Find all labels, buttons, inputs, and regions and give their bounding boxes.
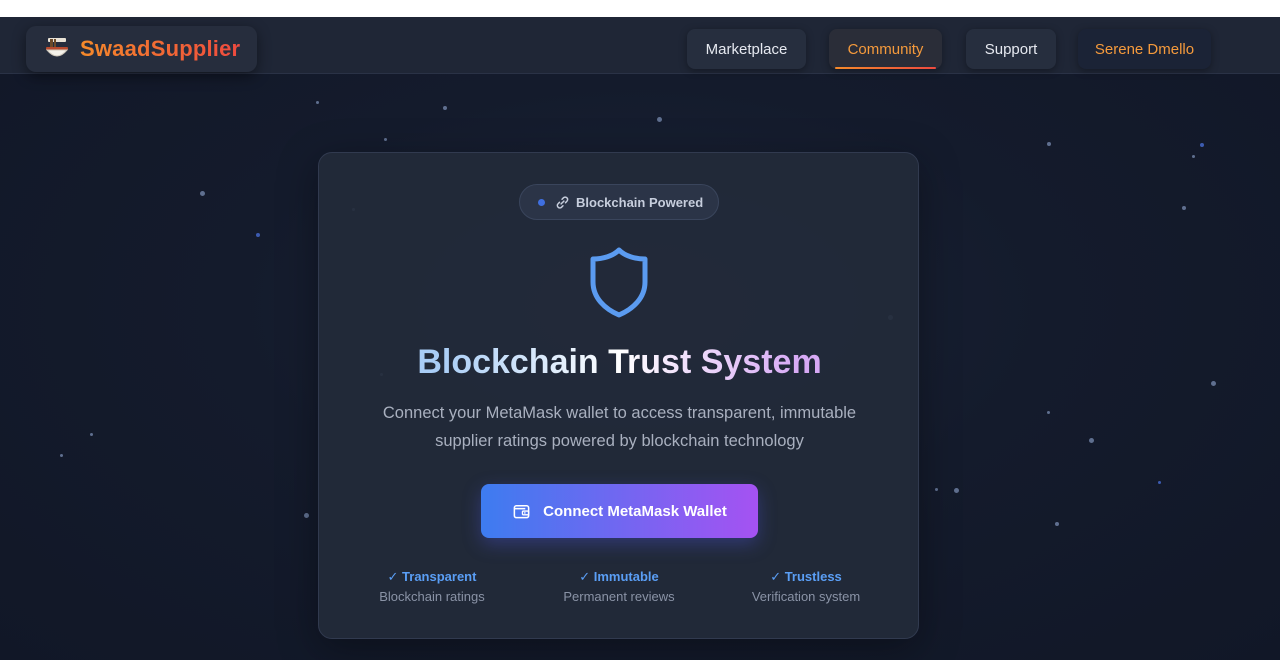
star-dot	[200, 191, 205, 196]
star-dot	[1089, 438, 1094, 443]
star-dot	[954, 488, 959, 493]
page-title: Blockchain Trust System	[319, 343, 920, 382]
star-dot	[1047, 411, 1050, 414]
star-dot	[1211, 381, 1216, 386]
star-dot	[90, 433, 93, 436]
wallet-icon	[513, 504, 530, 518]
star-dot	[256, 233, 260, 237]
status-dot	[538, 198, 545, 206]
star-dot	[1047, 142, 1051, 146]
user-menu-button[interactable]: Serene Dmello	[1078, 29, 1211, 69]
nav-marketplace[interactable]: Marketplace	[687, 29, 806, 69]
star-dot	[1182, 206, 1186, 210]
feature-title: ✓ Transparent	[387, 569, 477, 584]
star-dot	[316, 101, 319, 104]
top-navbar: SwaadSupplier Marketplace Community Supp…	[0, 17, 1280, 74]
brand-name: SwaadSupplier	[80, 36, 241, 61]
blockchain-badge: Blockchain Powered	[519, 184, 719, 220]
feature-title: ✓ Immutable	[579, 569, 659, 584]
star-dot	[1192, 155, 1195, 158]
feature-subtitle: Blockchain ratings	[379, 589, 485, 604]
brand-logo-button[interactable]: SwaadSupplier	[26, 26, 257, 72]
star-dot	[384, 138, 387, 141]
star-dot	[304, 513, 309, 518]
feature-subtitle: Permanent reviews	[563, 589, 675, 604]
star-dot	[1158, 481, 1161, 484]
star-dot	[1200, 143, 1204, 147]
connect-wallet-button[interactable]: Connect MetaMask Wallet	[481, 484, 758, 538]
trust-system-card: Blockchain Powered Blockchain Trust Syst…	[318, 152, 919, 639]
star-dot	[1055, 522, 1059, 526]
feature-subtitle: Verification system	[751, 589, 861, 604]
nav-community[interactable]: Community	[829, 29, 942, 69]
feature-transparent: ✓ Transparent Blockchain ratings	[352, 569, 512, 604]
star-dot	[60, 454, 63, 457]
star-dot	[443, 106, 447, 110]
star-dot	[657, 117, 662, 122]
shield-icon	[590, 247, 648, 318]
star-dot	[935, 488, 938, 491]
feature-trustless: ✓ Trustless Verification system	[726, 569, 886, 604]
noodle-bowl-icon	[45, 38, 69, 57]
page-subtitle: Connect your MetaMask wallet to access t…	[382, 404, 857, 450]
feature-immutable: ✓ Immutable Permanent reviews	[539, 569, 699, 604]
window-top-strip	[0, 0, 1280, 17]
nav-support[interactable]: Support	[966, 29, 1056, 69]
connect-wallet-label: Connect MetaMask Wallet	[543, 502, 727, 520]
link-icon	[556, 195, 569, 209]
feature-title: ✓ Trustless	[770, 569, 842, 584]
badge-label: Blockchain Powered	[576, 194, 704, 210]
